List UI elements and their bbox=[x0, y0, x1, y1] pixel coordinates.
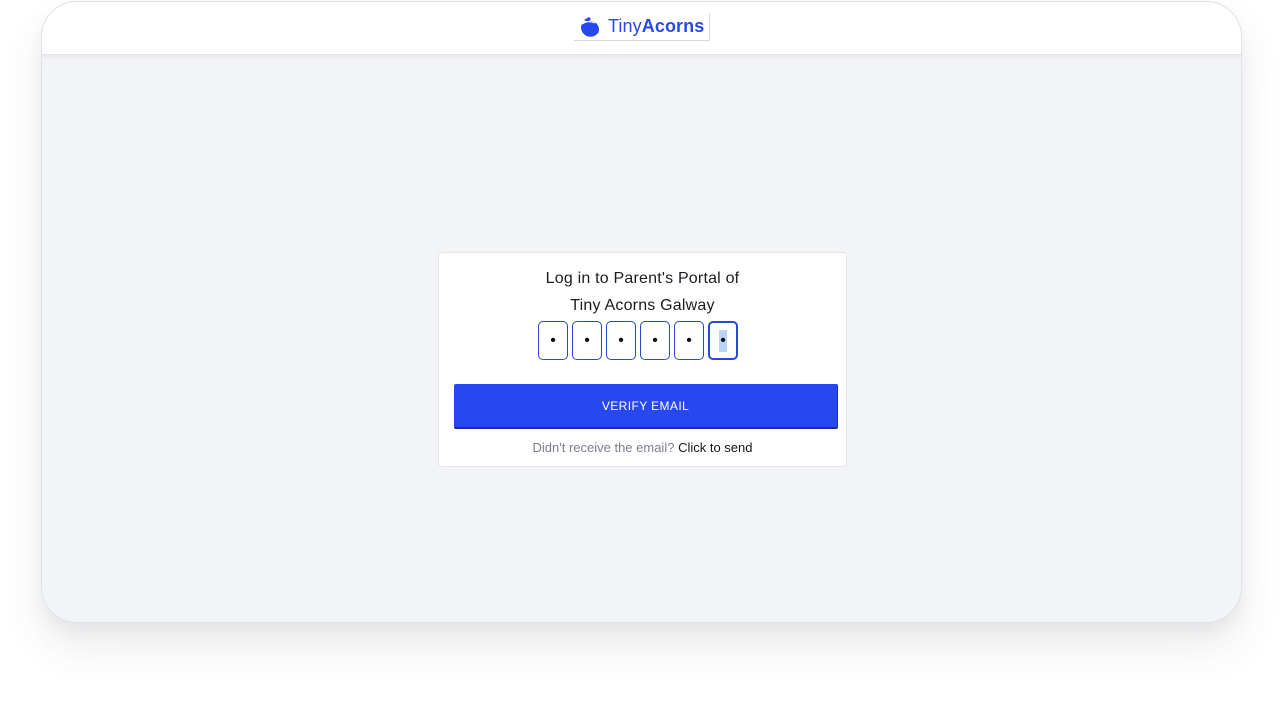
otp-digit-1[interactable]: • bbox=[538, 321, 568, 360]
resend-prompt: Didn't receive the email? bbox=[532, 440, 675, 455]
browser-frame: TinyAcorns Log in to Parent's Portal of … bbox=[41, 1, 1242, 623]
login-title-line1: Log in to Parent's Portal of bbox=[545, 270, 740, 287]
otp-digit-4[interactable]: • bbox=[640, 321, 670, 360]
otp-digit-2[interactable]: • bbox=[572, 321, 602, 360]
acorn-icon bbox=[581, 16, 600, 37]
logo-text-bold: Acorns bbox=[641, 16, 705, 36]
login-title-line2: Tiny Acorns Galway bbox=[570, 297, 715, 314]
logo-text: TinyAcorns bbox=[608, 16, 704, 37]
top-bar: TinyAcorns bbox=[42, 2, 1241, 55]
otp-digit-5[interactable]: • bbox=[674, 321, 704, 360]
resend-link[interactable]: Click to send bbox=[678, 440, 752, 455]
otp-digit-6-value: • bbox=[719, 329, 727, 352]
otp-digit-6[interactable]: • bbox=[708, 321, 738, 360]
logo-text-light: Tiny bbox=[608, 16, 642, 36]
verify-email-button[interactable]: VERIFY EMAIL bbox=[454, 384, 838, 429]
login-card: Log in to Parent's Portal of Tiny Acorns… bbox=[438, 252, 847, 467]
otp-input-group: • • • • • • bbox=[538, 321, 738, 360]
resend-row: Didn't receive the email? Click to send bbox=[439, 440, 846, 455]
logo[interactable]: TinyAcorns bbox=[574, 13, 710, 41]
otp-digit-3[interactable]: • bbox=[606, 321, 636, 360]
